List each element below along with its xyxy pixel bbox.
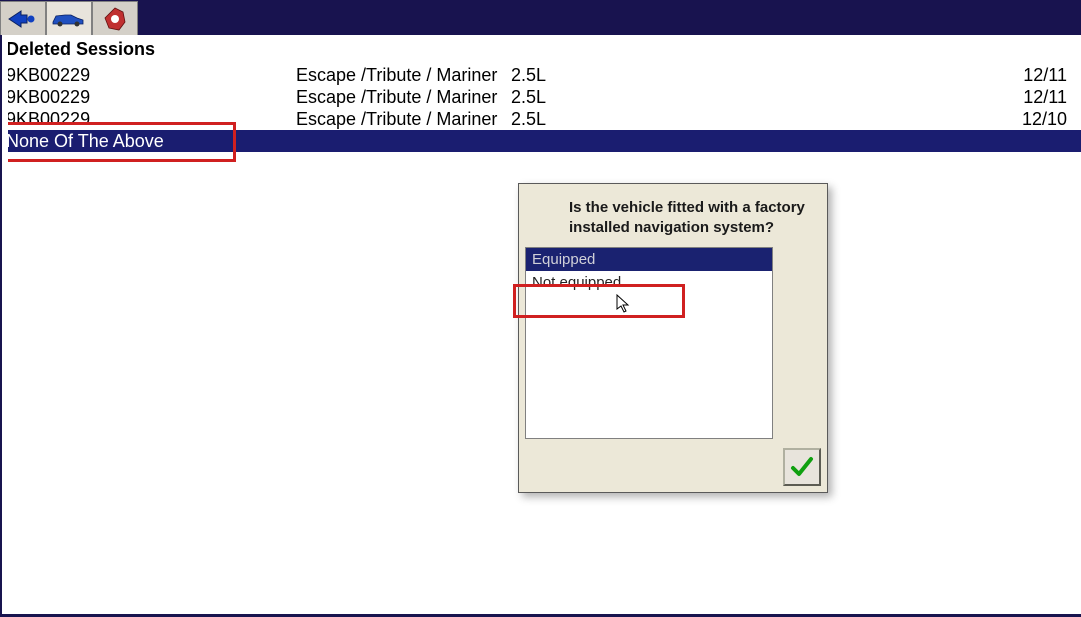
navigation-dialog: Is the vehicle fitted with a factory ins… [518, 183, 828, 493]
session-row[interactable]: 9KB00229 Escape /Tribute / Mariner 2.5L … [0, 86, 1081, 108]
dialog-option-list: Equipped Not equipped [525, 247, 773, 439]
option-equipped[interactable]: Equipped [526, 248, 772, 271]
session-id: 9KB00229 [6, 86, 296, 108]
session-vehicle: Escape /Tribute / Mariner [296, 108, 511, 130]
main-content: Deleted Sessions 9KB00229 Escape /Tribut… [0, 35, 1081, 152]
session-vehicle: Escape /Tribute / Mariner [296, 64, 511, 86]
session-vehicle: Escape /Tribute / Mariner [296, 86, 511, 108]
back-arrow-icon [7, 8, 39, 30]
session-id: 9KB00229 [6, 108, 296, 130]
session-engine: 2.5L [511, 108, 1022, 130]
session-id: 9KB00229 [6, 64, 296, 86]
tab-back[interactable] [0, 1, 46, 35]
tab-tools[interactable] [92, 1, 138, 35]
tab-vehicle[interactable] [46, 1, 92, 35]
left-border [0, 35, 8, 614]
session-row[interactable]: 9KB00229 Escape /Tribute / Mariner 2.5L … [0, 64, 1081, 86]
toolbar [0, 1, 138, 35]
checkmark-icon [789, 454, 815, 480]
session-date: 12/11 [1023, 86, 1075, 108]
tools-icon [101, 6, 129, 32]
deleted-sessions-header: Deleted Sessions [0, 35, 1081, 64]
option-not-equipped[interactable]: Not equipped [526, 271, 772, 294]
session-engine: 2.5L [511, 64, 1023, 86]
confirm-button[interactable] [783, 448, 821, 486]
vehicle-icon [51, 10, 87, 28]
session-engine: 2.5L [511, 86, 1023, 108]
session-date: 12/10 [1022, 108, 1075, 130]
session-row[interactable]: 9KB00229 Escape /Tribute / Mariner 2.5L … [0, 108, 1081, 130]
dialog-question: Is the vehicle fitted with a factory ins… [519, 184, 827, 247]
session-date: 12/11 [1023, 64, 1075, 86]
title-bar [0, 0, 1081, 35]
none-of-the-above-row[interactable]: None Of The Above [0, 130, 1081, 152]
